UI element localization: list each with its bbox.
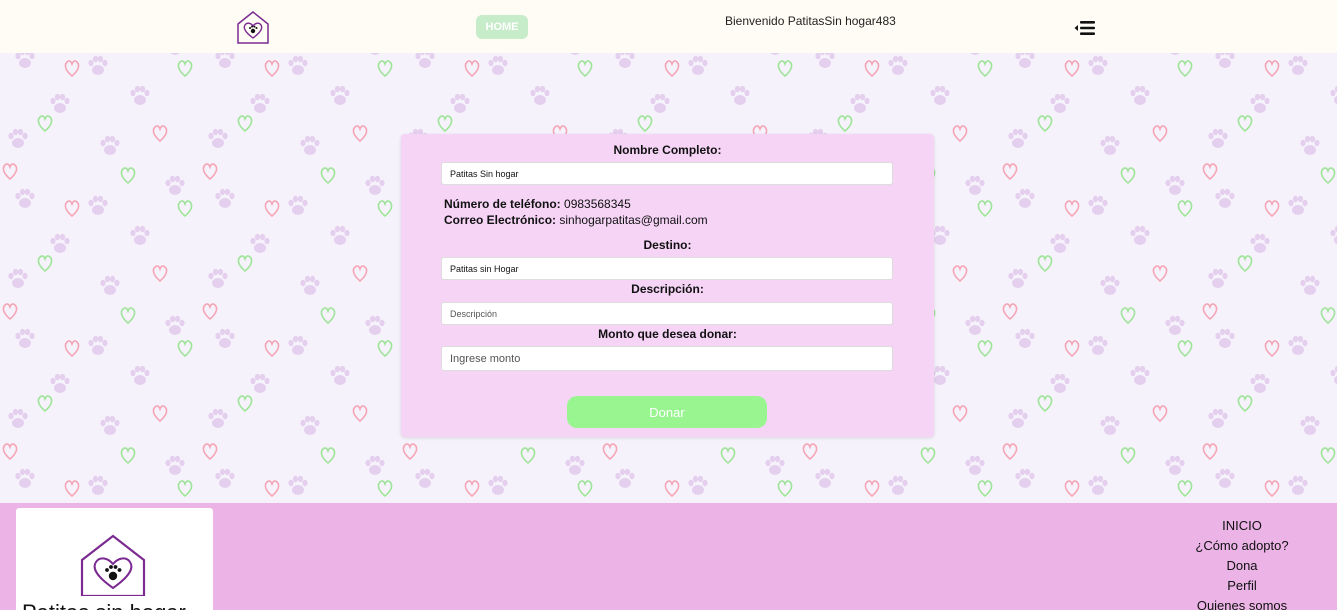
donate-button[interactable]: Donar xyxy=(567,396,767,428)
footer-link-como-adopto[interactable]: ¿Cómo adopto? xyxy=(1180,536,1304,556)
email-info: Correo Electrónico: sinhogarpatitas@gmai… xyxy=(444,213,708,227)
name-label: Nombre Completo: xyxy=(613,143,722,157)
amount-label: Monto que desea donar: xyxy=(598,327,737,341)
menu-icon[interactable] xyxy=(1073,20,1095,36)
footer-link-quienes-somos[interactable]: Quienes somos xyxy=(1180,596,1304,610)
paw-heart-house-icon xyxy=(80,534,146,596)
footer-link-dona[interactable]: Dona xyxy=(1180,556,1304,576)
footer-nav: INICIO ¿Cómo adopto? Dona Perfil Quienes… xyxy=(1180,516,1304,610)
donation-form: Nombre Completo: Número de teléfono: 098… xyxy=(401,134,934,437)
footer-logo-text: Patitas sin hogar xyxy=(22,600,186,610)
destination-label: Destino: xyxy=(643,238,692,252)
footer-link-perfil[interactable]: Perfil xyxy=(1180,576,1304,596)
email-label: Correo Electrónico: xyxy=(444,213,557,227)
amount-input[interactable] xyxy=(441,346,893,371)
email-value: sinhogarpatitas@gmail.com xyxy=(559,213,708,227)
footer-link-inicio[interactable]: INICIO xyxy=(1180,516,1304,536)
footer: Patitas sin hogar INICIO ¿Cómo adopto? D… xyxy=(0,503,1337,610)
name-input[interactable] xyxy=(441,162,893,185)
phone-label: Número de teléfono: xyxy=(444,197,561,211)
top-navbar: HOME Bienvenido PatitasSin hogar483 xyxy=(0,0,1337,53)
destination-input[interactable] xyxy=(441,257,893,280)
footer-logo[interactable]: Patitas sin hogar xyxy=(16,508,213,610)
phone-info: Número de teléfono: 0983568345 xyxy=(444,197,631,211)
description-label: Descripción: xyxy=(631,282,704,296)
home-button[interactable]: HOME xyxy=(476,15,528,39)
phone-value: 0983568345 xyxy=(564,197,631,211)
paw-heart-house-icon[interactable] xyxy=(236,10,270,44)
description-input[interactable] xyxy=(441,302,893,325)
welcome-text: Bienvenido PatitasSin hogar483 xyxy=(725,14,896,28)
